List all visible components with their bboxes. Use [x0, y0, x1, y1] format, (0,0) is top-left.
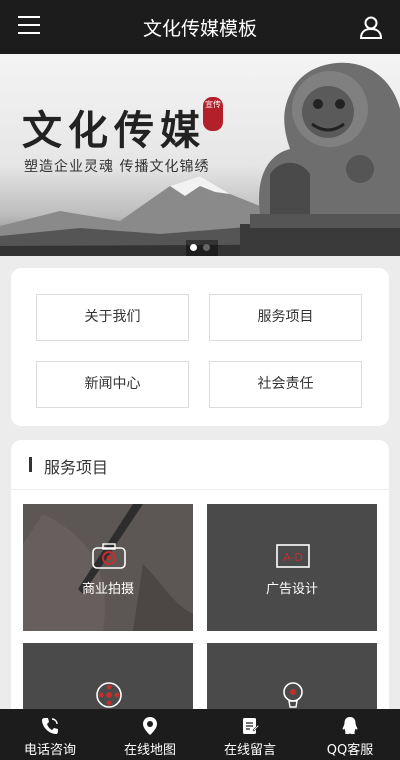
qq-icon [342, 717, 358, 735]
section-marker [29, 457, 32, 472]
banner-headline: 文化传媒 [22, 107, 206, 154]
quick-nav-card: 关于我们 服务项目 新闻中心 社会责任 [11, 268, 389, 426]
footer-phone-button[interactable]: 电话咨询 [0, 709, 100, 760]
tile-label: 广告设计 [265, 582, 318, 597]
footer-label: 在线地图 [123, 743, 176, 758]
slider-dot[interactable] [203, 244, 210, 251]
footer-map-button[interactable]: 在线地图 [100, 709, 200, 760]
slider-dot-active[interactable] [190, 244, 197, 251]
film-reel-icon [96, 682, 122, 708]
svg-text:A-D: A-D [283, 551, 303, 564]
footer-qq-button[interactable]: QQ客服 [300, 709, 400, 760]
section-header: 服务项目 [11, 440, 389, 490]
footer-message-button[interactable]: 在线留言 [200, 709, 300, 760]
camera-icon [92, 543, 126, 569]
footer-label: 在线留言 [223, 743, 276, 758]
message-icon [243, 718, 260, 734]
nav-about-button[interactable]: 关于我们 [36, 294, 189, 341]
nav-responsibility-button[interactable]: 社会责任 [209, 361, 362, 408]
service-tile-photography[interactable]: 商业拍摄 [23, 504, 193, 631]
section-title: 服务项目 [44, 458, 109, 477]
lightbulb-icon [283, 682, 303, 708]
ad-icon: A-D [276, 544, 310, 568]
nav-services-button[interactable]: 服务项目 [209, 294, 362, 341]
tile-label: 商业拍摄 [81, 582, 134, 597]
top-bar: 文化传媒模板 [0, 0, 400, 54]
user-icon[interactable] [358, 14, 384, 40]
service-tile-ad-design[interactable]: A-D 广告设计 [207, 504, 377, 631]
page-title: 文化传媒模板 [142, 18, 257, 40]
phone-icon [42, 718, 58, 734]
banner-slogan: 塑造企业灵魂 传播文化锦绣 [24, 159, 210, 175]
stone-lion-image [240, 62, 400, 256]
hero-banner[interactable]: 文化传媒 宣传 塑造企业灵魂 传播文化锦绣 [0, 54, 400, 256]
bottom-toolbar: 电话咨询 在线地图 在线留言 QQ客服 [0, 709, 400, 760]
footer-label: QQ客服 [326, 743, 374, 758]
nav-news-button[interactable]: 新闻中心 [36, 361, 189, 408]
slider-indicator [186, 240, 218, 256]
red-seal-stamp: 宣传 [203, 97, 223, 131]
footer-label: 电话咨询 [23, 743, 76, 758]
map-pin-icon [143, 717, 157, 735]
services-section: 服务项目 商业拍摄 A-D 广告设计 [11, 440, 389, 720]
